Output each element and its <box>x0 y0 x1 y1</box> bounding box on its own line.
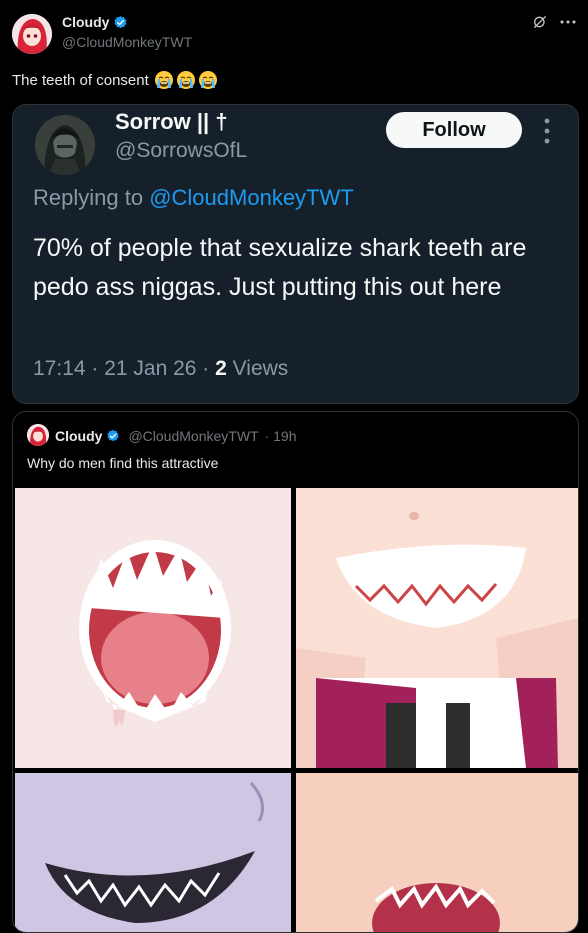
replying-to-mention: @CloudMonkeyTWT <box>149 185 354 210</box>
follow-button: Follow <box>386 112 522 148</box>
replying-to-prefix: Replying to <box>33 185 144 210</box>
quoted-header: Cloudy @CloudMonkeyTWT · 19h <box>55 428 297 444</box>
grok-icon[interactable] <box>532 14 548 30</box>
verified-badge-icon <box>114 15 127 28</box>
screenshot-author-handle: @SorrowsOfL <box>115 139 248 162</box>
crying-face-icon <box>154 70 174 90</box>
replying-to-line: Replying to @CloudMonkeyTWT <box>33 185 354 211</box>
screenshot-meta: 17:14 · 21 Jan 26 · 2 Views <box>33 357 288 381</box>
quoted-author-avatar[interactable] <box>27 424 49 446</box>
author-avatar[interactable] <box>12 14 52 54</box>
screenshot-body-text: 70% of people that sexualize shark teeth… <box>33 234 527 301</box>
quoted-post-age[interactable]: · 19h <box>265 428 297 444</box>
quoted-post-text: Why do men find this attractive <box>27 455 219 471</box>
author-name-row[interactable]: Cloudy <box>62 14 128 30</box>
author-handle[interactable]: @CloudMonkeyTWT <box>62 34 192 50</box>
views-label: Views <box>232 357 289 380</box>
screenshot-author-name: Sorrow || † <box>115 109 228 134</box>
screenshot-timestamp: 17:14 · 21 Jan 26 · <box>33 357 210 380</box>
quoted-post[interactable]: Cloudy @CloudMonkeyTWT · 19h Why do men … <box>12 411 579 933</box>
post-text-row: The teeth of consent <box>12 70 218 90</box>
quoted-author-name[interactable]: Cloudy <box>55 428 102 444</box>
more-options-icon[interactable] <box>560 19 576 25</box>
emoji-group <box>154 70 218 90</box>
media-image-4[interactable] <box>296 773 578 932</box>
embedded-reply-screenshot[interactable]: Sorrow || † @SorrowsOfL Follow Replying … <box>12 104 579 404</box>
media-image-2[interactable] <box>296 488 578 768</box>
crying-face-icon <box>176 70 196 90</box>
author-name[interactable]: Cloudy <box>62 14 109 30</box>
quoted-author-handle[interactable]: @CloudMonkeyTWT <box>128 428 258 444</box>
post-top-actions <box>532 14 576 30</box>
media-grid <box>15 488 578 932</box>
vertical-more-icon <box>544 118 550 144</box>
media-image-3[interactable] <box>15 773 291 932</box>
screenshot-author-avatar <box>35 115 95 175</box>
media-image-1[interactable] <box>15 488 291 768</box>
post-text: The teeth of consent <box>12 71 149 89</box>
crying-face-icon <box>198 70 218 90</box>
verified-badge-icon <box>107 429 120 442</box>
views-count: 2 <box>215 357 227 380</box>
